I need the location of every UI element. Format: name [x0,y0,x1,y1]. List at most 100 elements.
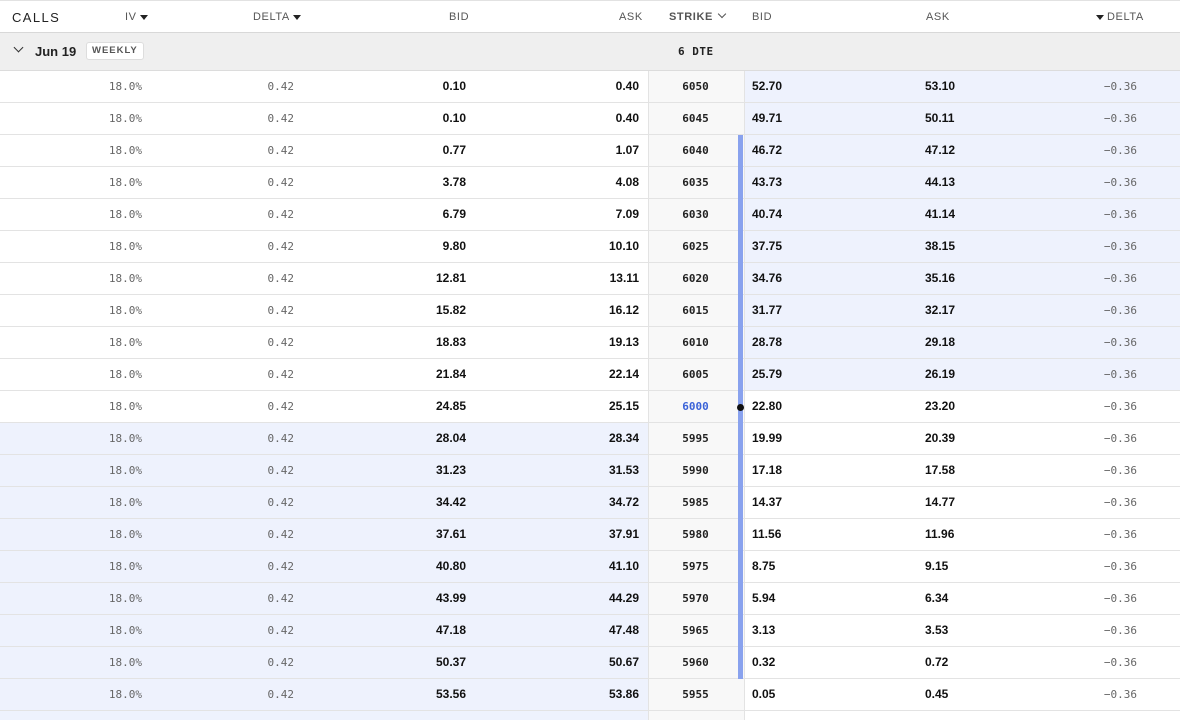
call-ask[interactable]: 16.12 [609,295,639,326]
put-ask[interactable]: 26.19 [925,359,955,390]
put-bid[interactable]: 0.32 [752,647,775,678]
put-ask[interactable]: 44.13 [925,167,955,198]
table-row[interactable]: 18.0% 0.42 18.83 19.13 6010 28.78 29.18 −0.36 [0,327,1180,359]
call-ask[interactable]: 13.11 [610,263,639,294]
put-bid[interactable]: 34.76 [752,263,782,294]
call-ask[interactable]: 41.10 [609,551,639,582]
call-ask[interactable]: 1.07 [616,135,639,166]
table-row[interactable]: 18.0% 0.42 6.79 7.09 6030 40.74 41.14 −0.36 [0,199,1180,231]
column-header-put-delta[interactable]: DELTA [1096,11,1144,23]
call-bid[interactable]: 31.23 [436,455,466,486]
put-bid[interactable]: 5.94 [752,583,775,614]
column-header-delta[interactable]: DELTA [253,11,301,23]
call-bid[interactable]: 21.84 [436,359,466,390]
call-bid[interactable]: 34.42 [436,487,466,518]
expiry-group-header[interactable]: Jun 19 WEEKLY 6 DTE [0,33,1180,71]
put-ask[interactable]: 35.16 [925,263,955,294]
table-row[interactable]: 18.0% 0.42 47.18 47.48 5965 3.13 3.53 −0.36 [0,615,1180,647]
call-bid[interactable]: 28.04 [436,423,466,454]
table-row[interactable]: 18.0% 0.42 15.82 16.12 6015 31.77 32.17 −0.36 [0,295,1180,327]
chevron-down-icon[interactable] [13,42,24,53]
table-row[interactable]: 18.0% 0.42 34.42 34.72 5985 14.37 14.77 −0.36 [0,487,1180,519]
put-bid[interactable]: 11.56 [752,519,781,550]
call-ask[interactable]: 37.91 [609,519,639,550]
put-ask[interactable]: 50.11 [925,103,954,134]
column-header-put-bid[interactable]: BID [752,11,772,23]
put-bid[interactable]: 43.73 [752,167,782,198]
put-bid[interactable]: 25.79 [752,359,782,390]
call-bid[interactable]: 15.82 [436,295,466,326]
put-ask[interactable]: 47.12 [925,135,955,166]
column-header-put-ask[interactable]: ASK [926,11,950,23]
put-bid[interactable]: 17.18 [752,455,782,486]
put-ask[interactable]: 32.17 [925,295,955,326]
put-ask[interactable]: 41.14 [925,199,955,230]
put-bid[interactable]: 49.71 [752,103,782,134]
table-row[interactable]: 18.0% 0.42 9.80 10.10 6025 37.75 38.15 −0.36 [0,231,1180,263]
table-row[interactable]: 18.0% 0.42 43.99 44.29 5970 5.94 6.34 −0.36 [0,583,1180,615]
call-ask[interactable]: 34.72 [609,487,639,518]
call-bid[interactable]: 0.10 [443,103,466,134]
put-bid[interactable]: 31.77 [752,295,782,326]
call-bid[interactable]: 0.77 [443,135,466,166]
column-header-ask[interactable]: ASK [619,11,643,23]
put-bid[interactable]: 52.70 [752,71,782,102]
call-bid[interactable]: 50.37 [436,647,466,678]
column-header-bid[interactable]: BID [449,11,469,23]
call-bid[interactable]: 0.10 [443,71,466,102]
put-ask[interactable]: 14.77 [925,487,955,518]
put-ask[interactable]: 0.45 [925,679,948,710]
put-bid[interactable]: 0.05 [752,679,775,710]
table-row[interactable]: 18.0% 0.42 0.10 0.40 6050 52.70 53.10 −0.36 [0,71,1180,103]
call-ask[interactable]: 28.34 [609,423,639,454]
call-bid[interactable]: 43.99 [436,583,466,614]
call-bid[interactable]: 12.81 [436,263,466,294]
table-row[interactable]: 18.0% 0.42 53.56 53.86 5955 0.05 0.45 −0.36 [0,679,1180,711]
put-ask[interactable]: 11.96 [925,519,954,550]
table-row[interactable]: 18.0% 0.42 3.78 4.08 6035 43.73 44.13 −0.36 [0,167,1180,199]
call-bid[interactable]: 6.79 [443,199,466,230]
put-ask[interactable]: 53.10 [925,71,955,102]
put-bid[interactable]: 3.13 [752,615,775,646]
table-row[interactable]: 18.0% 0.42 24.85 25.15 6000 22.80 23.20 −0.36 [0,391,1180,423]
call-ask[interactable]: 0.40 [616,103,639,134]
call-bid[interactable]: 40.80 [436,551,466,582]
put-ask[interactable]: 20.39 [925,423,955,454]
put-bid[interactable]: 8.75 [752,551,775,582]
call-bid[interactable]: 18.83 [436,327,466,358]
column-header-iv[interactable]: IV [125,11,148,23]
call-ask[interactable]: 4.08 [616,167,639,198]
put-bid[interactable]: 37.75 [752,231,782,262]
call-bid[interactable]: 24.85 [436,391,466,422]
call-ask[interactable]: 25.15 [609,391,639,422]
call-ask[interactable]: 44.29 [609,583,639,614]
table-row[interactable]: 18.0% 0.42 0.10 0.40 6045 49.71 50.11 −0.36 [0,103,1180,135]
table-row[interactable]: 18.0% 0.42 31.23 31.53 5990 17.18 17.58 −0.36 [0,455,1180,487]
call-bid[interactable]: 9.80 [443,231,466,262]
table-row[interactable]: 18.0% 0.42 37.61 37.91 5980 11.56 11.96 −0.36 [0,519,1180,551]
table-row[interactable]: 18.0% 0.42 50.37 50.67 5960 0.32 0.72 −0.36 [0,647,1180,679]
put-bid[interactable]: 40.74 [752,199,782,230]
put-ask[interactable]: 0.72 [925,647,948,678]
put-ask[interactable]: 23.20 [925,391,955,422]
put-bid[interactable]: 14.37 [752,487,782,518]
table-row[interactable]: 18.0% 0.42 40.80 41.10 5975 8.75 9.15 −0.36 [0,551,1180,583]
table-row[interactable]: 18.0% 0.42 21.84 22.14 6005 25.79 26.19 −0.36 [0,359,1180,391]
put-ask[interactable]: 29.18 [925,327,955,358]
call-ask[interactable]: 53.86 [609,679,639,710]
call-ask[interactable]: 22.14 [609,359,639,390]
call-bid[interactable]: 3.78 [443,167,466,198]
call-ask[interactable]: 10.10 [609,231,639,262]
call-bid[interactable]: 47.18 [436,615,466,646]
table-row[interactable]: 18.0% 0.42 12.81 13.11 6020 34.76 35.16 −0.36 [0,263,1180,295]
table-row[interactable]: 18.0% 0.42 0.77 1.07 6040 46.72 47.12 −0.36 [0,135,1180,167]
column-header-strike[interactable]: STRIKE [669,9,727,23]
call-ask[interactable]: 50.67 [609,647,639,678]
call-ask[interactable]: 7.09 [616,199,639,230]
call-ask[interactable]: 19.13 [609,327,639,358]
put-ask[interactable]: 3.53 [925,615,948,646]
call-ask[interactable]: 0.40 [616,71,639,102]
call-ask[interactable]: 47.48 [609,615,639,646]
put-bid[interactable]: 46.72 [752,135,782,166]
put-bid[interactable]: 22.80 [752,391,782,422]
